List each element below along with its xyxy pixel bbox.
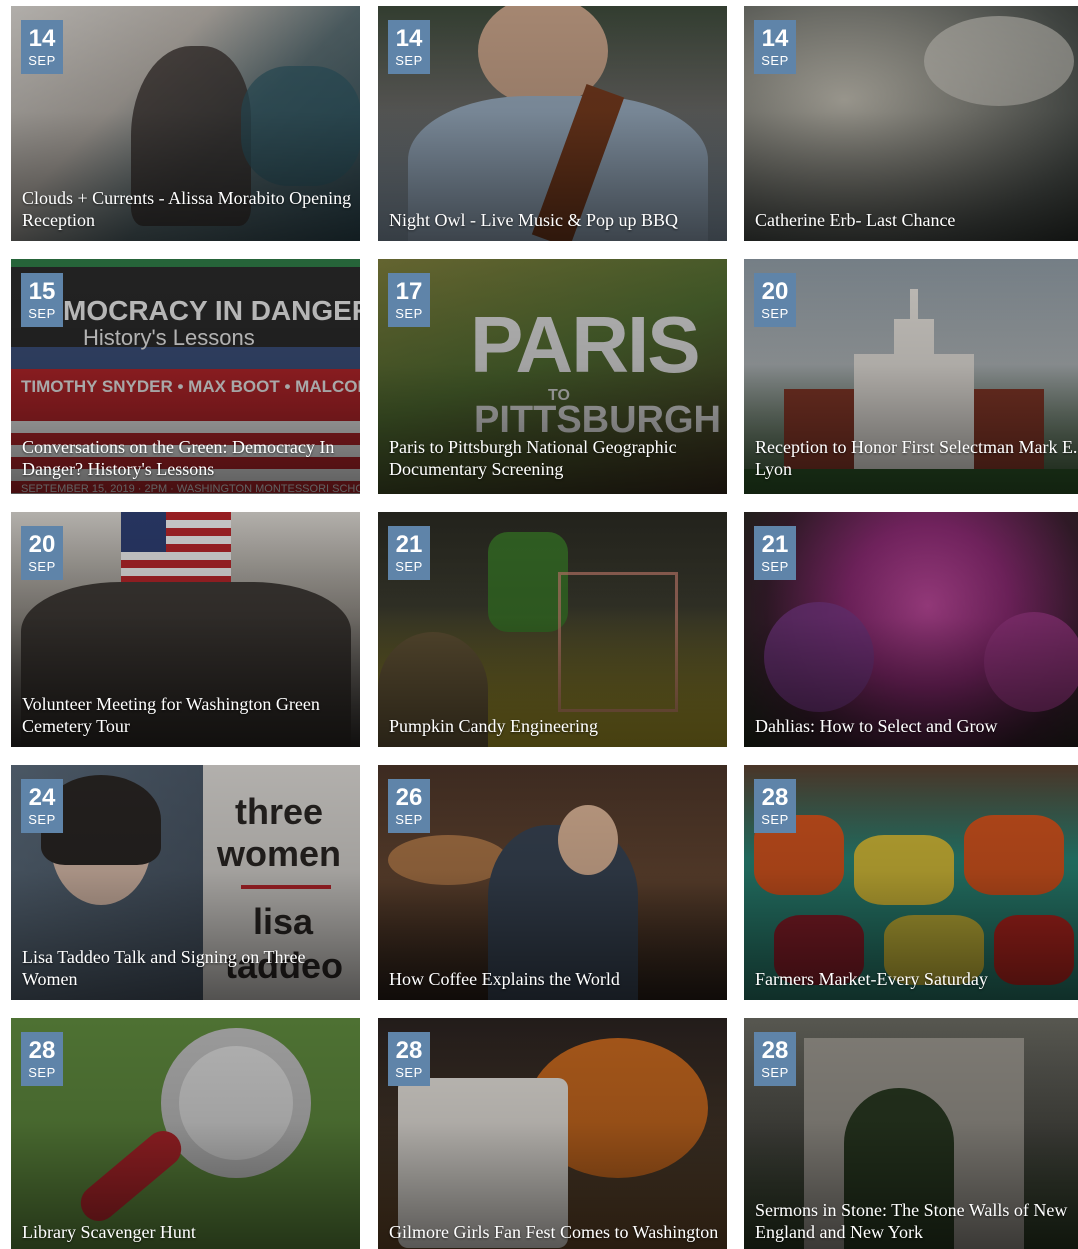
event-title[interactable]: Conversations on the Green: Democracy In… (22, 436, 352, 480)
date-day: 26 (395, 784, 423, 811)
event-title[interactable]: Gilmore Girls Fan Fest Comes to Washingt… (389, 1221, 719, 1243)
event-card[interactable]: 14 SEP Night Owl - Live Music & Pop up BB… (378, 6, 727, 241)
date-badge: 24 SEP (21, 779, 63, 833)
event-card[interactable]: 14 SEP Clouds + Currents - Alissa Morabit… (11, 6, 360, 241)
event-card[interactable]: 20 SEP Volunteer Meeting for Washington G… (11, 512, 360, 747)
event-card[interactable]: 28 SEP Library Scavenger Hunt (11, 1018, 360, 1249)
date-month: SEP (28, 1065, 56, 1080)
event-card[interactable]: 21 SEP Dahlias: How to Select and Grow (744, 512, 1078, 747)
date-badge: 14 SEP (388, 20, 430, 74)
event-title[interactable]: Volunteer Meeting for Washington Green C… (22, 693, 352, 737)
date-month: SEP (761, 306, 789, 321)
date-badge: 17 SEP (388, 273, 430, 327)
date-day: 21 (395, 531, 423, 558)
date-month: SEP (761, 559, 789, 574)
event-title[interactable]: Dahlias: How to Select and Grow (755, 715, 1070, 737)
event-title[interactable]: Sermons in Stone: The Stone Walls of New… (755, 1199, 1070, 1243)
event-card[interactable]: MOCRACY IN DANGER History's Lessons TIMO… (11, 259, 360, 494)
events-grid: 14 SEP Clouds + Currents - Alissa Morabit… (0, 0, 1078, 1249)
event-title[interactable]: How Coffee Explains the World (389, 968, 719, 990)
event-title[interactable]: Paris to Pittsburgh National Geographic … (389, 436, 719, 480)
date-month: SEP (395, 1065, 423, 1080)
event-title[interactable]: Reception to Honor First Selectman Mark … (755, 436, 1078, 480)
event-title[interactable]: Library Scavenger Hunt (22, 1221, 352, 1243)
date-day: 24 (28, 784, 56, 811)
date-day: 28 (761, 784, 789, 811)
event-card[interactable]: 21 SEP Pumpkin Candy Engineering (378, 512, 727, 747)
date-day: 17 (395, 278, 423, 305)
date-day: 28 (395, 1037, 423, 1064)
event-title[interactable]: Catherine Erb- Last Chance (755, 209, 1070, 231)
event-title[interactable]: Clouds + Currents - Alissa Morabito Open… (22, 187, 352, 231)
date-day: 20 (761, 278, 789, 305)
date-day: 28 (761, 1037, 789, 1064)
date-month: SEP (28, 559, 56, 574)
date-month: SEP (395, 559, 423, 574)
date-badge: 28 SEP (21, 1032, 63, 1086)
event-card[interactable]: 20 SEP Reception to Honor First Selectman… (744, 259, 1078, 494)
date-day: 21 (761, 531, 789, 558)
event-card[interactable]: 28 SEP Sermons in Stone: The Stone Walls … (744, 1018, 1078, 1249)
date-badge: 28 SEP (388, 1032, 430, 1086)
event-title[interactable]: Farmers Market-Every Saturday (755, 968, 1070, 990)
date-day: 28 (28, 1037, 56, 1064)
date-badge: 26 SEP (388, 779, 430, 833)
event-card[interactable]: 28 SEP Farmers Market-Every Saturday (744, 765, 1078, 1000)
event-title[interactable]: Lisa Taddeo Talk and Signing on Three Wo… (22, 946, 352, 990)
event-title[interactable]: Night Owl - Live Music & Pop up BBQ (389, 209, 719, 231)
date-badge: 21 SEP (754, 526, 796, 580)
date-month: SEP (28, 812, 56, 827)
date-day: 14 (395, 25, 423, 52)
event-title[interactable]: Pumpkin Candy Engineering (389, 715, 719, 737)
date-day: 14 (761, 25, 789, 52)
date-month: SEP (28, 53, 56, 68)
date-month: SEP (395, 812, 423, 827)
date-day: 14 (28, 25, 56, 52)
date-badge: 28 SEP (754, 779, 796, 833)
date-month: SEP (761, 1065, 789, 1080)
date-badge: 21 SEP (388, 526, 430, 580)
date-badge: 14 SEP (754, 20, 796, 74)
date-month: SEP (28, 306, 56, 321)
event-card[interactable]: 26 SEP How Coffee Explains the World (378, 765, 727, 1000)
date-day: 20 (28, 531, 56, 558)
event-card[interactable]: 28 SEP Gilmore Girls Fan Fest Comes to Wa… (378, 1018, 727, 1249)
event-card[interactable]: PARIS TO PITTSBURGH 17SEP Paris to Pitts… (378, 259, 727, 494)
date-badge: 20 SEP (754, 273, 796, 327)
date-badge: 20 SEP (21, 526, 63, 580)
date-day: 15 (28, 278, 56, 305)
date-badge: 28 SEP (754, 1032, 796, 1086)
date-month: SEP (395, 306, 423, 321)
date-month: SEP (761, 53, 789, 68)
date-month: SEP (761, 812, 789, 827)
date-badge: 14 SEP (21, 20, 63, 74)
date-badge: 15 SEP (21, 273, 63, 327)
date-month: SEP (395, 53, 423, 68)
event-card[interactable]: three women lisa taddeo 24SEP Lisa Tadde… (11, 765, 360, 1000)
event-card[interactable]: 14 SEP Catherine Erb- Last Chance (744, 6, 1078, 241)
